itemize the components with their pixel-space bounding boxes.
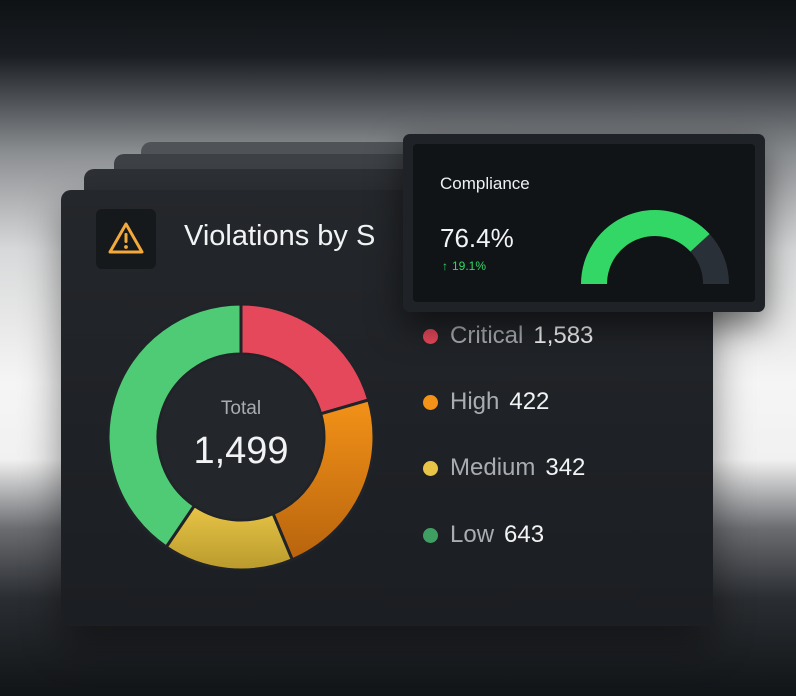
donut-center-label: Total <box>221 398 261 419</box>
compliance-panel: Compliance 76.4% ↑ 19.1% <box>413 144 755 302</box>
legend-label-critical: Critical <box>450 322 524 349</box>
legend-item-low: Low 643 <box>423 515 544 555</box>
legend-label-high: High <box>450 388 500 415</box>
legend-value-critical: 1,583 <box>533 322 594 349</box>
legend-dot-medium <box>423 460 438 476</box>
card-title: Violations by S <box>184 220 376 252</box>
compliance-gauge <box>581 210 729 284</box>
legend-dot-high <box>423 394 438 410</box>
legend-label-medium: Medium <box>450 454 536 481</box>
compliance-value: 76.4% <box>440 223 514 253</box>
severity-donut-chart: Total 1,499 <box>108 304 374 570</box>
legend-value-low: 643 <box>504 521 545 548</box>
compliance-title: Compliance <box>440 174 530 193</box>
legend-item-medium: Medium 342 <box>423 448 585 488</box>
legend-value-high: 422 <box>509 388 550 415</box>
warning-icon-box <box>96 209 156 269</box>
legend-value-medium: 342 <box>545 454 586 481</box>
donut-center-value: 1,499 <box>193 430 288 472</box>
legend-dot-low <box>423 527 438 543</box>
compliance-delta: ↑ 19.1% <box>442 259 486 273</box>
legend-dot-critical <box>423 328 438 344</box>
legend-item-critical: Critical 1,583 <box>423 316 593 356</box>
compliance-delta-value: 19.1% <box>452 259 487 273</box>
legend-label-low: Low <box>450 521 495 548</box>
warning-triangle-icon <box>108 222 144 254</box>
gauge-fill <box>581 210 710 284</box>
legend-item-high: High 422 <box>423 382 549 422</box>
compliance-card: Compliance 76.4% ↑ 19.1% <box>403 134 765 312</box>
arrow-up-icon: ↑ <box>442 259 448 273</box>
